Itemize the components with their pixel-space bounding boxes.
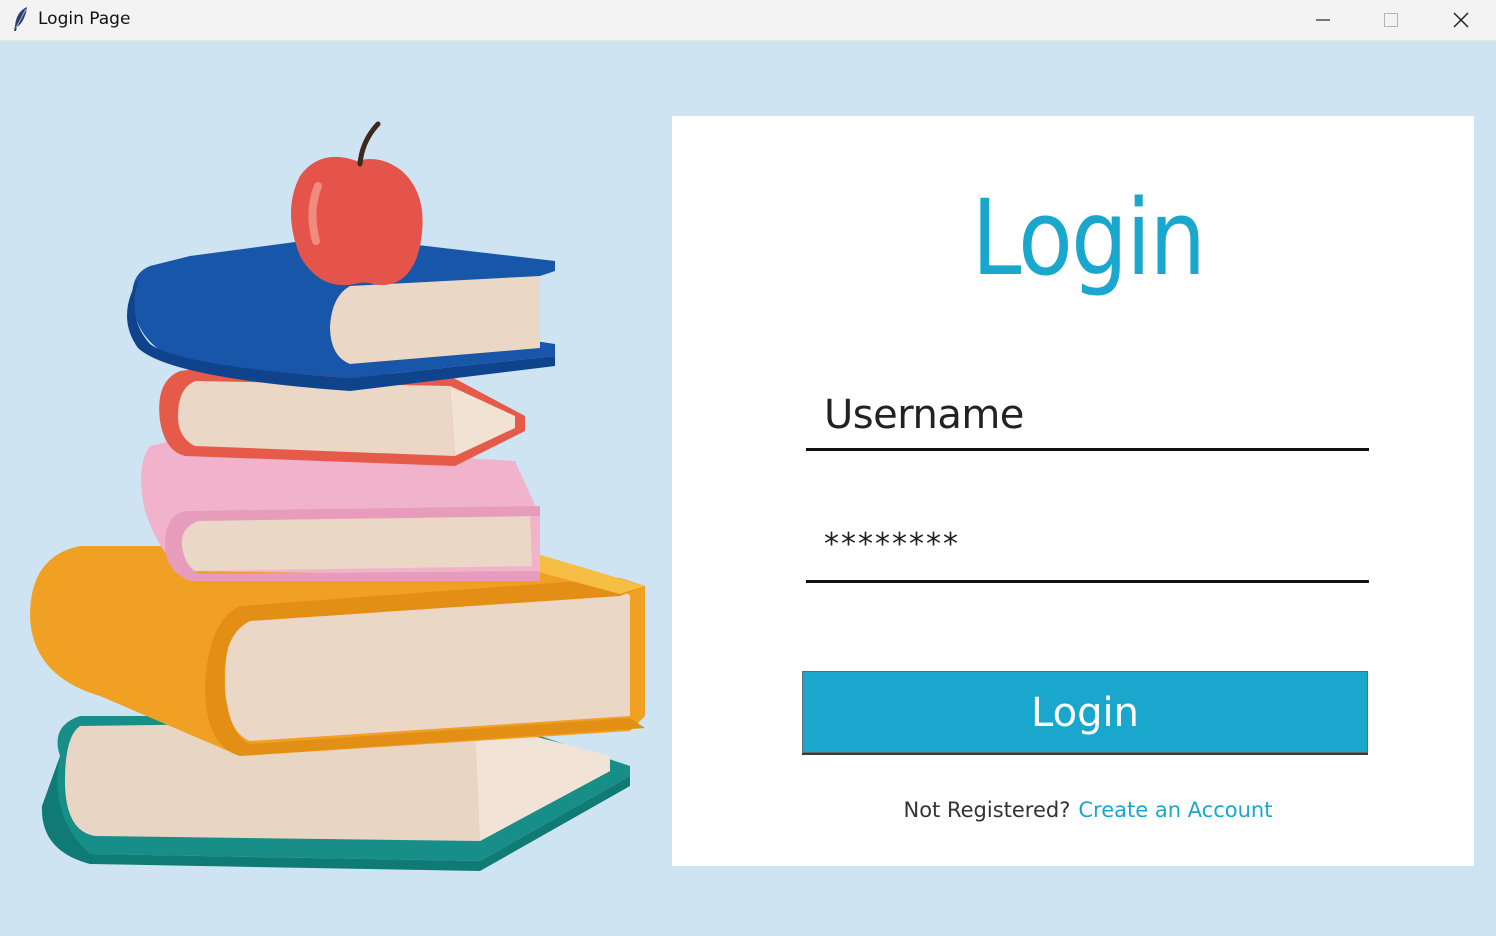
books-with-apple-illustration	[30, 121, 645, 871]
pink-book	[141, 441, 540, 581]
close-icon	[1453, 12, 1469, 28]
login-heading: Login	[971, 177, 1206, 299]
password-value: ********	[824, 527, 960, 562]
register-prompt: Not Registered?	[903, 798, 1071, 822]
main-area: Login Username ******** Login Not Regist…	[0, 41, 1496, 936]
maximize-icon	[1384, 13, 1398, 27]
password-field[interactable]: ********	[806, 526, 1369, 583]
minimize-icon	[1316, 19, 1330, 21]
window-title: Login Page	[38, 9, 131, 29]
close-button[interactable]	[1426, 0, 1496, 40]
apple	[291, 121, 423, 286]
maximize-button[interactable]	[1356, 0, 1426, 40]
login-card: Login Username ******** Login Not Regist…	[672, 116, 1474, 866]
username-value: Username	[824, 392, 1024, 438]
feather-icon	[14, 7, 27, 31]
username-field[interactable]: Username	[806, 392, 1369, 451]
create-account-link[interactable]: Create an Account	[1078, 798, 1272, 822]
register-row: Not Registered? Create an Account	[672, 798, 1496, 822]
login-button[interactable]: Login	[802, 671, 1368, 753]
title-bar: Login Page	[0, 0, 1496, 41]
minimize-button[interactable]	[1288, 0, 1358, 40]
